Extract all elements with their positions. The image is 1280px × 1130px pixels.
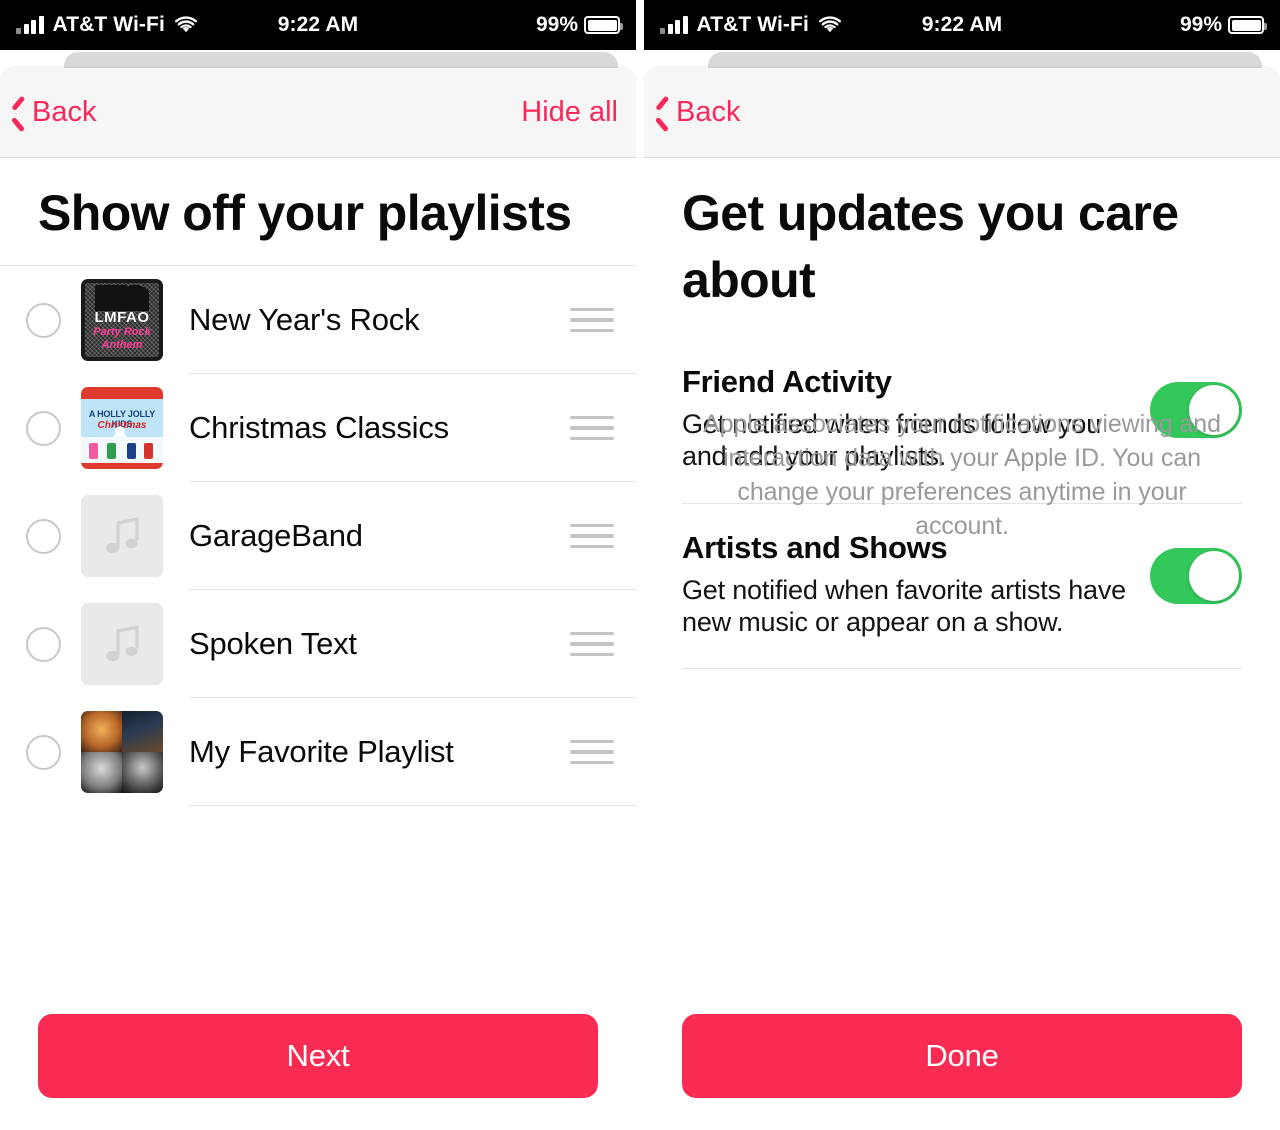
back-button-label: Back: [676, 96, 741, 128]
chevron-left-icon: [10, 100, 26, 126]
setting-divider: [682, 668, 1242, 670]
select-playlist-radio[interactable]: [26, 734, 61, 770]
battery-percent-label: 99%: [1179, 13, 1222, 36]
modal-sheet-left: Back Hide all Show off your playlists LM…: [0, 68, 636, 1130]
list-item-main: GarageBand: [189, 482, 636, 590]
select-playlist-radio[interactable]: [26, 302, 61, 338]
music-note-icon: [106, 517, 139, 554]
privacy-disclaimer: Apple associates your notifications view…: [703, 410, 1221, 540]
playlist-title: Spoken Text: [189, 626, 357, 661]
list-item-main: My Favorite Playlist: [189, 698, 636, 806]
footer-right: Done: [644, 990, 1280, 1130]
left-page-body: Show off your playlists LMFAO Party Rock…: [0, 158, 636, 806]
playlist-title: GarageBand: [189, 518, 363, 553]
battery-icon: [584, 16, 623, 34]
hide-all-button[interactable]: Hide all: [521, 96, 618, 129]
playlist-artwork: [81, 603, 163, 685]
row-divider: [189, 805, 636, 806]
drag-handle-icon[interactable]: [570, 415, 614, 441]
status-bar-right-group: 99%: [535, 13, 623, 37]
page-title: Show off your playlists: [38, 185, 572, 241]
nav-bar-right: Back: [644, 68, 1280, 158]
setting-text-group: Artists and Shows Get notified when favo…: [682, 530, 1150, 639]
back-button[interactable]: Back: [10, 96, 96, 129]
chevron-left-icon: [654, 100, 670, 126]
nav-bar-left: Back Hide all: [0, 68, 636, 158]
artists-and-shows-toggle[interactable]: [1150, 547, 1242, 604]
done-button[interactable]: Done: [682, 1014, 1242, 1098]
drag-handle-icon[interactable]: [570, 739, 614, 765]
right-phone-screen: AT&T Wi-Fi 9:22 AM 99% Back Get updates …: [644, 0, 1280, 1130]
playlist-artwork: A HOLLY JOLLY KIDS Christmas: [81, 387, 163, 469]
page-title: Get updates you care about: [682, 185, 1179, 308]
select-playlist-radio[interactable]: [26, 410, 61, 446]
modal-sheet-right: Back Get updates you care about Friend A…: [644, 68, 1280, 1130]
drag-handle-icon[interactable]: [570, 523, 614, 549]
list-item[interactable]: Spoken Text: [0, 590, 636, 698]
drag-handle-icon[interactable]: [570, 307, 614, 333]
list-item[interactable]: LMFAO Party Rock Anthem New Year's Rock: [0, 266, 636, 374]
screen-divider: [636, 0, 644, 1130]
playlist-artwork: [81, 711, 163, 793]
setting-title: Friend Activity: [682, 364, 892, 399]
toggle-knob: [1189, 550, 1239, 601]
right-page-body: Get updates you care about Friend Activi…: [644, 158, 1280, 670]
playlist-title: New Year's Rock: [189, 302, 420, 337]
back-button-label: Back: [32, 96, 97, 128]
list-item-main: New Year's Rock: [189, 266, 636, 374]
playlist-artwork: LMFAO Party Rock Anthem: [81, 279, 163, 361]
battery-icon: [1228, 16, 1267, 34]
artwork-sub-text: Party Rock Anthem: [93, 326, 151, 351]
status-bar-right-group: 99%: [1179, 13, 1267, 37]
playlist-title: My Favorite Playlist: [189, 734, 454, 769]
left-phone-screen: AT&T Wi-Fi 9:22 AM 99% Back Hide all Sho…: [0, 0, 636, 1130]
drag-handle-icon[interactable]: [570, 631, 614, 657]
footer-left: Next: [0, 990, 636, 1130]
playlist-list: LMFAO Party RockAnthem New Year's Rock: [0, 266, 636, 806]
select-playlist-radio[interactable]: [26, 626, 61, 662]
status-bar-left: AT&T Wi-Fi 9:22 AM 99%: [0, 0, 636, 50]
list-item[interactable]: My Favorite Playlist: [0, 698, 636, 806]
music-note-icon: [106, 625, 139, 662]
list-item-main: Christmas Classics: [189, 374, 636, 482]
next-button[interactable]: Next: [38, 1014, 598, 1098]
select-playlist-radio[interactable]: [26, 518, 61, 554]
playlist-artwork: [81, 495, 163, 577]
status-bar-right: AT&T Wi-Fi 9:22 AM 99%: [644, 0, 1280, 50]
list-item[interactable]: A HOLLY JOLLY KIDS Christmas Christmas C…: [0, 374, 636, 482]
dual-screenshot-container: AT&T Wi-Fi 9:22 AM 99% Back Hide all Sho…: [0, 0, 1280, 1130]
list-item[interactable]: GarageBand: [0, 482, 636, 590]
playlist-title: Christmas Classics: [189, 410, 449, 445]
battery-percent-label: 99%: [535, 13, 578, 36]
setting-description: Get notified when favorite artists have …: [682, 574, 1126, 637]
list-item-main: Spoken Text: [189, 590, 636, 698]
back-button[interactable]: Back: [654, 96, 740, 129]
artwork-logo-text: LMFAO: [94, 309, 150, 326]
